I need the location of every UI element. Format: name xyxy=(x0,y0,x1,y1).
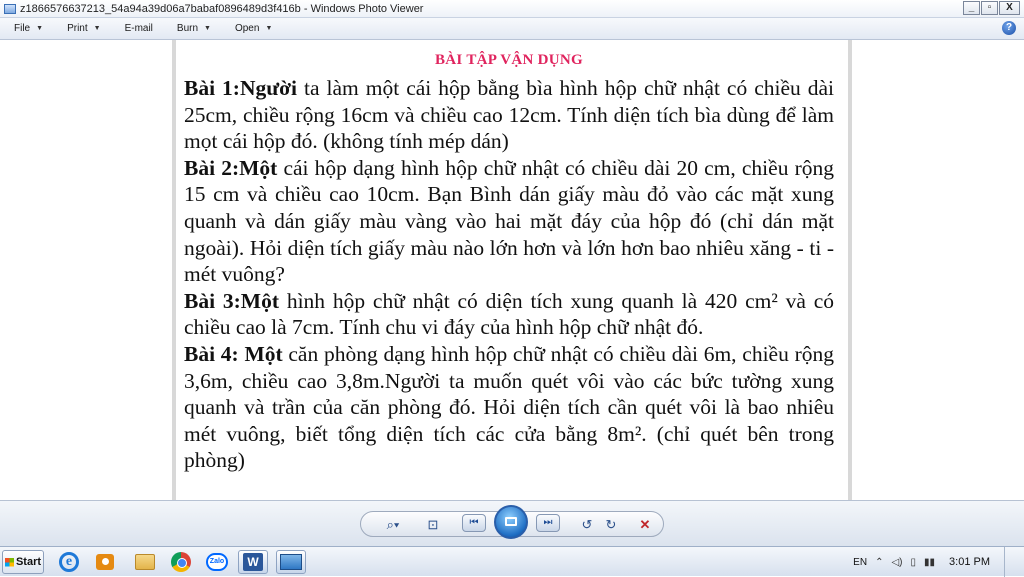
language-indicator[interactable]: EN xyxy=(853,557,867,568)
taskbar-word[interactable]: W xyxy=(238,550,268,574)
rotate-clockwise-icon[interactable]: ↻ xyxy=(601,516,621,534)
help-icon[interactable]: ? xyxy=(1002,21,1016,35)
menu-email[interactable]: E-mail xyxy=(111,23,163,34)
menu-email-label: E-mail xyxy=(124,23,153,34)
menu-file-label: File xyxy=(14,23,31,34)
exercise-1: Bài 1:Người ta làm một cái hộp bằng bìa … xyxy=(184,75,834,155)
internet-explorer-icon: e xyxy=(59,552,79,572)
exercise-2: Bài 2:Một cái hộp dạng hình hộp chữ nhật… xyxy=(184,155,834,288)
battery-icon[interactable]: ▯ xyxy=(911,557,917,568)
taskbar: Start e Zalo W EN ⌃ ◁) ▯ ▮▮ 3:01 PM xyxy=(0,546,1024,577)
chevron-down-icon: ▼ xyxy=(36,25,44,32)
photo-viewer-icon xyxy=(280,554,302,570)
chevron-down-icon: ▼ xyxy=(204,25,211,32)
exercise-2-lead: Bài 2:Một xyxy=(184,155,278,180)
image-viewer-area: BÀI TẬP VẬN DỤNG Bài 1:Người ta làm một … xyxy=(0,40,1024,500)
title-bar: z1866576637213_54a94a39d06a7babaf0896489… xyxy=(0,0,1024,18)
taskbar-chrome[interactable] xyxy=(166,550,196,574)
actual-size-icon[interactable]: ⊡ xyxy=(423,516,443,534)
volume-icon[interactable]: ◁) xyxy=(891,557,902,568)
photo-viewer-app-icon xyxy=(4,3,16,14)
slideshow-button[interactable] xyxy=(494,505,528,539)
chevron-down-icon: ▼ xyxy=(93,25,101,32)
chrome-icon xyxy=(171,552,191,572)
menu-open-label: Open xyxy=(234,23,260,34)
window-controls: _ ▫ X xyxy=(963,1,1020,15)
previous-button[interactable]: ⏮ xyxy=(462,514,486,532)
zalo-icon: Zalo xyxy=(206,553,228,571)
exercise-3: Bài 3:Một hình hộp chữ nhật có diện tích… xyxy=(184,288,834,341)
zoom-icon[interactable]: ⌕▾ xyxy=(379,516,407,534)
menu-print[interactable]: Print ▼ xyxy=(53,23,111,34)
menu-bar: File ▼ Print ▼ E-mail Burn ▼ Open ▼ ? xyxy=(0,18,1024,40)
menu-burn[interactable]: Burn ▼ xyxy=(163,23,221,34)
show-desktop-button[interactable] xyxy=(1004,547,1014,577)
media-player-icon xyxy=(96,554,114,570)
exercise-4-lead: Bài 4: Một xyxy=(184,341,283,366)
taskbar-media-player[interactable] xyxy=(90,550,120,574)
next-button[interactable]: ⏭ xyxy=(536,514,560,532)
document-content: BÀI TẬP VẬN DỤNG Bài 1:Người ta làm một … xyxy=(184,52,834,474)
start-button[interactable]: Start xyxy=(2,550,44,574)
menu-open[interactable]: Open ▼ xyxy=(221,23,282,34)
clock[interactable]: 3:01 PM xyxy=(949,556,990,568)
word-icon: W xyxy=(243,553,263,571)
maximize-button[interactable]: ▫ xyxy=(981,1,998,15)
taskbar-internet-explorer[interactable]: e xyxy=(54,550,84,574)
menu-print-label: Print xyxy=(67,23,88,34)
displayed-image: BÀI TẬP VẬN DỤNG Bài 1:Người ta làm một … xyxy=(172,40,852,500)
taskbar-zalo[interactable]: Zalo xyxy=(202,550,232,574)
exercise-1-lead: Bài 1:Người xyxy=(184,76,298,100)
windows-logo-icon xyxy=(4,557,14,567)
slideshow-icon xyxy=(505,517,517,526)
window-title: z1866576637213_54a94a39d06a7babaf0896489… xyxy=(20,2,424,15)
exercise-2-text: cái hộp dạng hình hộp chữ nhật có chiều … xyxy=(184,155,834,287)
rotate-counterclockwise-icon[interactable]: ↺ xyxy=(577,516,597,534)
system-tray: EN ⌃ ◁) ▯ ▮▮ 3:01 PM xyxy=(853,547,1024,577)
delete-icon[interactable]: ✕ xyxy=(635,516,655,534)
document-heading: BÀI TẬP VẬN DỤNG xyxy=(434,52,584,68)
folder-icon xyxy=(135,554,155,570)
taskbar-photo-viewer[interactable] xyxy=(276,550,306,574)
exercise-3-lead: Bài 3:Một xyxy=(184,288,279,313)
menu-file[interactable]: File ▼ xyxy=(0,23,53,34)
taskbar-file-explorer[interactable] xyxy=(130,550,160,574)
start-label: Start xyxy=(15,556,42,568)
exercise-3-text: hình hộp chữ nhật có diện tích xung quan… xyxy=(184,288,834,340)
menu-burn-label: Burn xyxy=(176,23,199,34)
chevron-down-icon: ▼ xyxy=(265,25,273,32)
exercise-4: Bài 4: Một căn phòng dạng hình hộp chữ n… xyxy=(184,341,834,474)
network-icon[interactable]: ▮▮ xyxy=(924,557,935,568)
chevron-up-icon[interactable]: ⌃ xyxy=(875,557,883,568)
minimize-button[interactable]: _ xyxy=(963,1,980,15)
close-button[interactable]: X xyxy=(999,1,1020,15)
